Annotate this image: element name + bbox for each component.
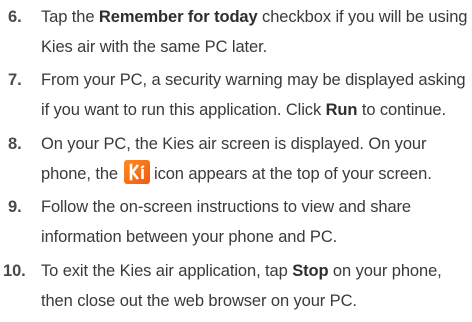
step-line: if you want to run this application. Cli… [41, 95, 472, 125]
step-line: then close out the web browser on your P… [41, 292, 357, 310]
step-number: 8. [8, 135, 22, 153]
step-line: phone, the icon appears at the top of you… [41, 159, 472, 189]
step-line: To exit the Kies air application, tap St… [41, 256, 472, 286]
text-run: checkbox if you will be using [257, 8, 468, 26]
bold-term: Stop [292, 262, 329, 280]
bold-term: Run [325, 101, 358, 119]
step-text: Tap the Remember for today checkbox if y… [41, 2, 472, 62]
kies-air-icon [124, 160, 150, 184]
step-line: Tap the Remember for today checkbox if y… [41, 2, 472, 32]
step-number: 9. [8, 198, 22, 216]
text-run: To exit the Kies air application, tap [41, 262, 293, 280]
text-run: Tap the [41, 8, 99, 26]
text-run: on your phone, [328, 262, 442, 280]
step-text: On your PC, the Kies air screen is displ… [41, 129, 472, 189]
step-text: To exit the Kies air application, tap St… [41, 256, 472, 316]
text-run: phone, the [41, 165, 118, 183]
step-line: From your PC, a security warning may be … [41, 71, 466, 89]
text-run: to continue. [357, 101, 446, 119]
step-text: Follow the on-screen instructions to vie… [41, 192, 472, 252]
step-line: On your PC, the Kies air screen is displ… [41, 135, 427, 153]
step-text: From your PC, a security warning may be … [41, 65, 472, 125]
step-line: Follow the on-screen instructions to vie… [41, 198, 412, 216]
step-number: 7. [8, 71, 22, 89]
step-line: information between your phone and PC. [41, 228, 338, 246]
bold-term: Remember for today [98, 8, 258, 26]
instruction-list: 6. Tap the Remember for today checkbox i… [0, 0, 472, 322]
text-run: if you want to run this application. Cli… [41, 101, 326, 119]
step-number: 6. [8, 8, 22, 26]
step-number: 10. [3, 262, 26, 280]
text-run: icon appears at the top of your screen. [154, 165, 432, 183]
step-line: Kies air with the same PC later. [41, 38, 268, 56]
